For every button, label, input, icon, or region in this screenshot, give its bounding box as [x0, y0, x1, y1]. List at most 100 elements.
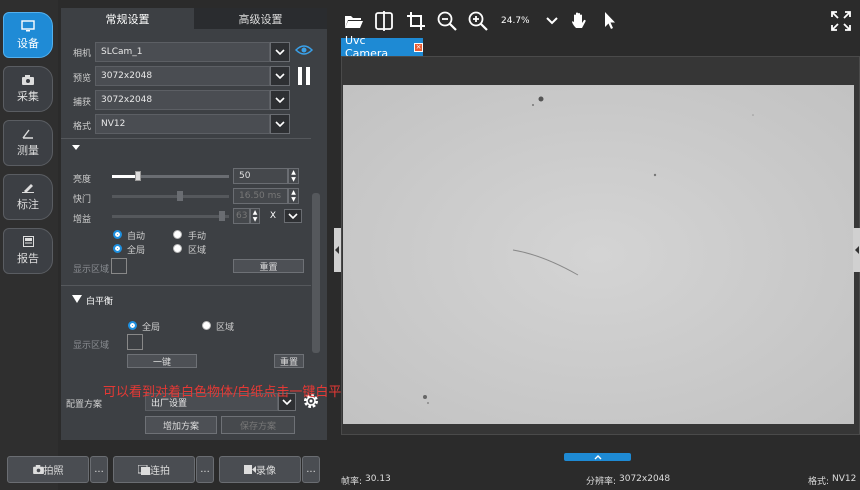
- wb-reset-button[interactable]: 重置: [274, 354, 304, 368]
- capture-resolution-select[interactable]: 3072x2048: [95, 90, 270, 110]
- fps-label: 帧率:: [341, 477, 363, 487]
- auto-label: 自动: [127, 232, 146, 242]
- capture-label: 捕获: [73, 98, 92, 108]
- manual-label: 手动: [188, 232, 207, 242]
- fullscreen-icon[interactable]: [829, 9, 853, 33]
- shutter-input[interactable]: 16.50 ms: [233, 188, 288, 204]
- record-button-label: 录像: [256, 466, 276, 477]
- preview-label: 预览: [73, 74, 92, 84]
- specks-image: [343, 85, 854, 424]
- split-view-icon[interactable]: [372, 9, 396, 33]
- monitor-icon: [21, 19, 35, 31]
- wb-display-region-checkbox[interactable]: [127, 334, 143, 350]
- camera-select[interactable]: SLCam_1: [95, 42, 270, 62]
- shutter-spinner[interactable]: ▲ ▼: [288, 188, 299, 204]
- photo-button-label: 拍照: [43, 466, 64, 477]
- add-preset-button[interactable]: 增加方案: [145, 416, 217, 434]
- sidebar-item-device[interactable]: 设备: [3, 12, 53, 58]
- display-region-checkbox[interactable]: [111, 258, 127, 274]
- resolution-label: 分辨率:: [586, 477, 617, 487]
- resolution-value: 3072x2048: [619, 474, 671, 484]
- zoom-in-icon[interactable]: [466, 9, 490, 33]
- crop-icon[interactable]: [404, 9, 428, 33]
- arrow-left-icon: [335, 246, 339, 254]
- format-status-value: NV12: [832, 474, 857, 484]
- gain-slider-thumb[interactable]: [219, 211, 226, 221]
- format-status-label: 格式:: [808, 477, 830, 487]
- chevron-down-icon[interactable]: [270, 42, 290, 62]
- zoom-out-icon[interactable]: [435, 9, 459, 33]
- video-icon: [244, 465, 256, 474]
- camera-image: [343, 85, 854, 424]
- one-key-white-balance-button[interactable]: 一键: [127, 354, 197, 368]
- gain-input[interactable]: 63: [233, 208, 250, 224]
- eye-icon[interactable]: [294, 44, 314, 59]
- open-folder-icon[interactable]: [342, 9, 366, 33]
- panel-scrollbar[interactable]: [312, 193, 320, 353]
- sidebar-item-capture[interactable]: 采集: [3, 66, 53, 112]
- close-icon[interactable]: X: [265, 209, 281, 223]
- record-more-button[interactable]: ...: [302, 456, 320, 483]
- close-tab-icon[interactable]: ×: [414, 42, 423, 52]
- format-select[interactable]: NV12: [95, 114, 270, 134]
- camera-tab[interactable]: Uvc Camera ×: [341, 34, 423, 60]
- brightness-spinner[interactable]: ▲ ▼: [288, 168, 299, 184]
- burst-button[interactable]: 连拍: [113, 456, 195, 483]
- record-button[interactable]: 录像: [219, 456, 301, 483]
- shutter-slider[interactable]: [112, 195, 229, 198]
- burst-more-button[interactable]: ...: [196, 456, 214, 483]
- auto-radio[interactable]: [113, 230, 122, 239]
- pointer-icon[interactable]: [598, 9, 622, 33]
- global-radio[interactable]: [113, 244, 122, 253]
- divider: [61, 285, 311, 286]
- report-icon: [22, 236, 34, 247]
- wb-region-radio[interactable]: [202, 321, 211, 330]
- sidebar-item-report[interactable]: 报告: [3, 228, 53, 274]
- chevron-down-icon[interactable]: [270, 66, 290, 86]
- wb-region-label: 区域: [216, 323, 235, 333]
- chevron-down-icon[interactable]: [540, 9, 564, 33]
- chevron-down-icon[interactable]: [270, 114, 290, 134]
- burst-button-label: 连拍: [150, 466, 170, 477]
- sidebar-item-label: 测量: [17, 143, 39, 157]
- sidebar-item-annotate[interactable]: 标注: [3, 174, 53, 220]
- gain-slider[interactable]: [112, 215, 229, 218]
- wb-display-region-label: 显示区域: [73, 341, 110, 351]
- sidebar-item-label: 设备: [17, 36, 39, 50]
- sidebar-item-label: 标注: [17, 197, 39, 211]
- sidebar-item-measure[interactable]: 测量: [3, 120, 53, 166]
- display-region-label: 显示区域: [73, 265, 110, 275]
- shutter-slider-thumb[interactable]: [176, 191, 183, 201]
- white-balance-title: 白平衡: [86, 297, 114, 307]
- chevron-down-icon[interactable]: [270, 90, 290, 110]
- divider: [61, 138, 311, 139]
- chevron-down-icon[interactable]: [284, 209, 302, 223]
- camera-icon: [22, 74, 34, 85]
- collapse-triangle-icon[interactable]: [72, 145, 80, 150]
- arrow-left-icon: [855, 246, 859, 254]
- chevron-up-icon: [594, 454, 601, 459]
- angle-icon: [22, 129, 33, 139]
- manual-radio[interactable]: [173, 230, 182, 239]
- region-radio[interactable]: [173, 244, 182, 253]
- pause-icon[interactable]: [298, 67, 310, 88]
- wb-global-radio[interactable]: [128, 321, 137, 330]
- zoom-level: 24.7%: [501, 16, 530, 26]
- fps-value: 30.13: [365, 474, 391, 484]
- tab-advanced-settings[interactable]: 高级设置: [194, 8, 327, 29]
- burst-icon: [138, 464, 150, 475]
- tab-basic-settings[interactable]: 常规设置: [61, 8, 194, 29]
- photo-button[interactable]: 拍照: [7, 456, 89, 483]
- preview-resolution-select[interactable]: 3072x2048: [95, 66, 270, 86]
- save-preset-button[interactable]: 保存方案: [221, 416, 295, 434]
- photo-more-button[interactable]: ...: [90, 456, 108, 483]
- region-label: 区域: [188, 246, 207, 256]
- brightness-input[interactable]: 50: [233, 168, 288, 184]
- collapse-triangle-icon[interactable]: [72, 295, 82, 303]
- gain-spinner[interactable]: ▲ ▼: [250, 208, 260, 224]
- exposure-reset-button[interactable]: 重置: [233, 259, 304, 273]
- bottom-collapse-handle[interactable]: [564, 453, 631, 461]
- hand-icon[interactable]: [567, 9, 591, 33]
- brightness-slider-thumb[interactable]: [134, 171, 141, 181]
- preset-label: 配置方案: [66, 400, 103, 410]
